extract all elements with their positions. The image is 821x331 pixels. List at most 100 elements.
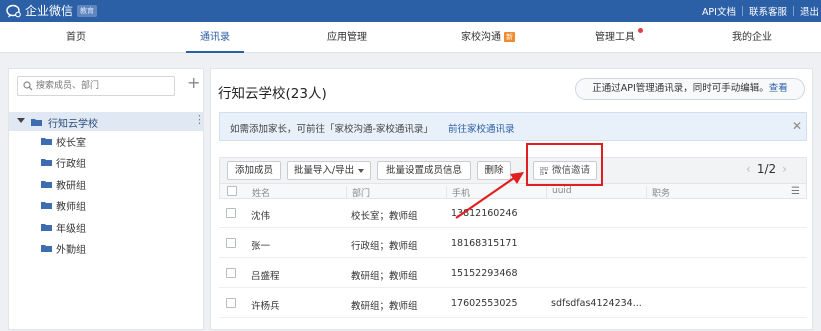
column-header[interactable]: 职务 [652,186,670,199]
parent-notice-banner: 如需添加家长，可前往「家校沟通-家校通讯录」 前往家校通讯录 ✕ [219,112,807,141]
notification-dot [638,28,643,33]
nav-my-enterprise[interactable]: 我的企业 [726,22,778,53]
page-indicator: 1/2 [756,162,777,176]
folder-icon [41,202,52,209]
add-member-button[interactable]: 添加成员 [227,161,281,180]
member-uuid: sdfsdfas4124234... [551,298,642,309]
table-row[interactable]: 许杨兵 教研组；教师组 17602553025 sdfsdfas4124234.… [219,289,807,318]
table-row[interactable]: 张一 行政组；教师组 18168315171 [219,229,807,258]
edition-badge: 教育 [77,5,98,17]
folder-icon [41,181,52,188]
tree-item-label: 行政组 [56,159,86,170]
import-export-button[interactable]: 批量导入/导出 [287,161,371,180]
contact-support-link[interactable]: 联系客服 [749,4,787,18]
next-page-icon[interactable]: › [782,162,787,176]
nav-home[interactable]: 首页 [58,22,94,53]
folder-icon [41,245,52,252]
tree-item-department[interactable]: 教师组 [9,195,203,214]
tree-item-department[interactable]: 年级组 [9,217,203,236]
chevron-down-icon [358,168,365,173]
tree-item-department[interactable]: 校长室 [9,131,203,150]
member-name: 吕盛程 [251,271,280,282]
api-view-link[interactable]: 查看 [769,83,788,94]
member-department: 行政组；教师组 [351,241,418,252]
nav-app-management-label: 应用管理 [327,32,367,43]
folder-icon [41,224,52,231]
api-note-text: 正通过API管理通讯录，同时可手动编辑。 [592,83,769,94]
member-name: 张一 [251,241,271,252]
pagination: ‹ 1/2 › [740,162,793,176]
prev-page-icon[interactable]: ‹ [746,162,751,176]
row-checkbox[interactable] [226,268,236,278]
wecom-logo-icon [6,4,21,18]
api-status-note: 正通过API管理通讯录，同时可手动编辑。查看 [575,78,805,100]
member-phone: 15152293468 [451,268,518,279]
tree-root-school[interactable]: 行知云学校 ⋮ [9,112,205,131]
tree-item-label: 年级组 [56,224,86,235]
member-department: 校长室；教师组 [351,211,418,222]
tree-item-department[interactable]: 外勤组 [9,238,203,257]
member-department: 教研组；教师组 [351,301,418,312]
tree-item-department[interactable]: 行政组 [9,152,203,171]
top-links: API文档 联系客服 退出 [702,4,819,18]
column-settings-icon[interactable]: ☰ [791,186,800,197]
row-checkbox[interactable] [226,238,236,248]
row-checkbox[interactable] [226,298,236,308]
top-bar: 企业微信 教育 API文档 联系客服 退出 [0,0,821,22]
folder-icon [31,119,42,126]
logout-link[interactable]: 退出 [800,4,819,18]
nav-management-tools[interactable]: 管理工具 [590,22,640,53]
column-divider [446,186,447,198]
logo[interactable]: 企业微信 教育 [6,3,98,19]
nav-home-school[interactable]: 家校沟通新 [456,22,520,53]
search-input[interactable] [36,79,171,93]
add-member-label: 添加成员 [234,165,273,176]
go-home-school-contacts-link[interactable]: 前往家校通讯录 [448,121,515,135]
column-divider [646,186,647,198]
column-divider [546,186,547,198]
tree-item-department[interactable]: 教研组 [9,174,203,193]
annotation-highlight-box [526,143,603,186]
logo-text: 企业微信 [25,4,74,18]
divider [792,6,794,16]
member-department: 教研组；教师组 [351,271,418,282]
table-row[interactable]: 吕盛程 教研组；教师组 15152293468 [219,259,807,288]
select-all-checkbox[interactable] [227,186,237,196]
tree-item-label: 教师组 [56,202,86,213]
search-icon [23,81,33,91]
nav-home-school-label: 家校沟通 [461,32,501,43]
column-header[interactable]: uuid [552,186,572,196]
row-checkbox[interactable] [226,208,236,218]
department-sidebar: + 行知云学校 ⋮ 校长室 行政组 教研组 教师组 年级组 外勤组 [8,68,205,330]
import-export-label: 批量导入/导出 [293,165,355,176]
column-header[interactable]: 姓名 [252,186,270,199]
new-badge: 新 [504,32,515,42]
member-phone: 18168315171 [451,238,518,249]
notice-text: 如需添加家长，可前往「家校沟通-家校通讯录」 [230,124,433,135]
caret-down-icon[interactable] [17,118,25,123]
tree-root-label: 行知云学校 [48,119,98,130]
nav-home-label: 首页 [66,32,86,43]
main-nav: 首页 通讯录 应用管理 家校沟通新 管理工具 我的企业 [0,22,821,53]
tree-item-label: 外勤组 [56,245,86,256]
tree-item-label: 教研组 [56,181,86,192]
folder-icon [41,138,52,145]
column-header[interactable]: 部门 [352,186,370,199]
folder-icon [41,159,52,166]
batch-set-label: 批量设置成员信息 [385,165,462,176]
api-docs-link[interactable]: API文档 [702,4,736,18]
close-icon[interactable]: ✕ [792,119,802,133]
nav-app-management[interactable]: 应用管理 [320,22,374,53]
member-name: 沈伟 [251,211,271,222]
page-title: 行知云学校(23人) [218,86,327,102]
nav-contacts[interactable]: 通讯录 [186,22,244,53]
search-box[interactable] [17,76,175,96]
divider [741,6,743,16]
nav-management-tools-label: 管理工具 [595,32,635,43]
tree-item-label: 校长室 [56,138,86,149]
more-options-icon[interactable]: ⋮ [194,114,205,126]
add-department-icon[interactable]: + [187,74,200,92]
member-phone: 17602553025 [451,298,518,309]
column-divider [346,186,347,198]
nav-my-enterprise-label: 我的企业 [732,32,772,43]
